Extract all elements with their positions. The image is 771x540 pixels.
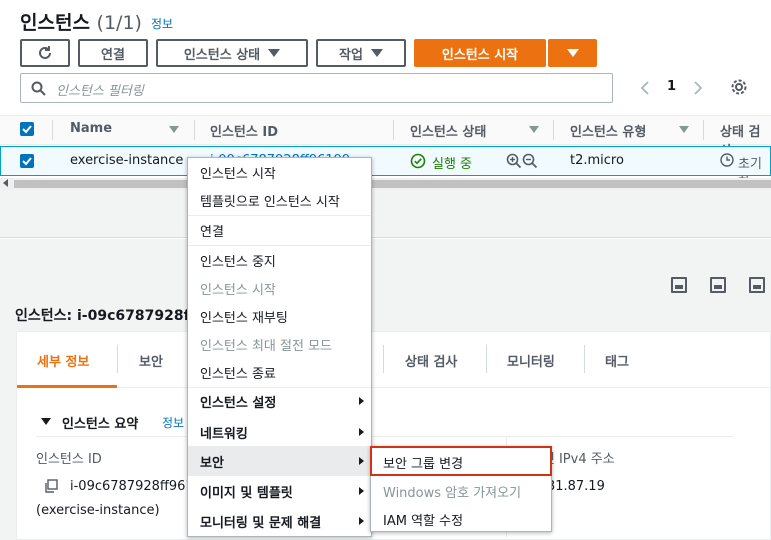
section-divider — [36, 436, 734, 437]
tab-monitoring[interactable]: 모니터링 — [507, 351, 555, 370]
caret-down-icon — [566, 49, 579, 57]
split-side-icon[interactable] — [710, 277, 726, 293]
caret-down-icon — [268, 49, 281, 57]
instance-state-button[interactable]: 인스턴스 상태 — [156, 39, 308, 67]
connect-button[interactable]: 연결 — [78, 39, 148, 67]
sort-icon[interactable] — [529, 126, 539, 133]
menu-item-hibernate: 인스턴스 최대 절전 모드 — [200, 339, 332, 354]
page-title-text: 인스턴스 — [20, 12, 90, 34]
column-header-name[interactable]: Name — [70, 121, 112, 136]
row-checkbox[interactable] — [20, 154, 34, 168]
search-placeholder: 인스턴스 필터링 — [56, 84, 144, 99]
caret-down-icon[interactable] — [41, 418, 51, 425]
menu-divider — [188, 387, 371, 388]
menu-item-stop-instance[interactable]: 인스턴스 중지 — [200, 251, 276, 270]
check-circle-icon — [410, 153, 426, 169]
chevron-right-icon[interactable] — [693, 80, 703, 96]
column-divider — [553, 120, 554, 140]
chevron-left-icon[interactable] — [640, 80, 650, 96]
tab-divider — [584, 345, 585, 373]
instance-count: (1/1) — [96, 12, 142, 34]
menu-item-networking[interactable]: 네트워킹 — [200, 423, 248, 442]
column-divider — [194, 120, 195, 140]
table-header — [0, 115, 771, 145]
zoom-out-icon[interactable] — [522, 153, 538, 169]
menu-item-monitoring-troubleshooting[interactable]: 모니터링 및 문제 해결 — [200, 512, 321, 531]
submenu-item-modify-iam-role[interactable]: IAM 역할 수정 — [383, 510, 463, 529]
copy-icon[interactable] — [44, 479, 58, 493]
menu-item-terminate[interactable]: 인스턴스 종료 — [200, 363, 276, 382]
instance-state-label: 인스턴스 상태 — [183, 47, 261, 63]
column-header-instance-state[interactable]: 인스턴스 상태 — [410, 121, 486, 140]
menu-item-security[interactable]: 보안 — [200, 452, 224, 471]
sort-icon[interactable] — [169, 126, 179, 133]
submenu-item-change-security-groups[interactable]: 보안 그룹 변경 — [383, 453, 463, 472]
tab-status-check[interactable]: 상태 검사 — [405, 351, 457, 370]
tab-tags[interactable]: 태그 — [605, 351, 629, 370]
scroll-left-icon[interactable] — [3, 179, 8, 187]
menu-item-connect[interactable]: 연결 — [200, 221, 224, 240]
submenu-item-get-windows-password: Windows 암호 가져오기 — [383, 486, 522, 501]
submenu-arrow-icon — [359, 517, 364, 525]
launch-instance-button[interactable]: 인스턴스 시작 — [414, 39, 546, 67]
menu-item-instance-settings[interactable]: 인스턴스 설정 — [200, 392, 276, 411]
menu-item-start-disabled: 인스턴스 시작 — [200, 283, 276, 298]
tab-details[interactable]: 세부 정보 — [37, 351, 89, 370]
check-icon — [22, 157, 32, 166]
actions-label: 작업 — [339, 47, 363, 63]
tabs-divider — [16, 387, 771, 388]
submenu-arrow-icon — [359, 397, 364, 405]
tab-divider — [383, 345, 384, 373]
tab-divider — [486, 345, 487, 373]
info-link[interactable]: 정보 — [151, 15, 173, 32]
tab-divider — [117, 345, 118, 373]
instance-id-label: 인스턴스 ID — [36, 452, 102, 467]
search-icon — [31, 81, 46, 96]
check-icon — [22, 125, 32, 134]
clock-icon — [720, 153, 734, 167]
column-divider — [393, 120, 394, 140]
tab-security[interactable]: 보안 — [139, 351, 163, 370]
instance-id-name: (exercise-instance) — [36, 503, 160, 518]
submenu-arrow-icon — [359, 487, 364, 495]
launch-dropdown-button[interactable] — [548, 39, 597, 67]
active-tab-indicator — [17, 385, 117, 388]
refresh-button[interactable] — [20, 39, 70, 67]
page-title: 인스턴스 (1/1) — [20, 8, 142, 35]
refresh-icon — [39, 46, 51, 59]
split-full-icon[interactable] — [749, 277, 765, 293]
caret-down-icon — [370, 49, 383, 57]
menu-divider — [188, 215, 371, 216]
menu-divider — [188, 245, 371, 246]
zoom-in-icon[interactable] — [506, 153, 522, 169]
section-title[interactable]: 인스턴스 요약 — [62, 413, 138, 432]
column-divider — [52, 120, 53, 140]
submenu-arrow-icon — [359, 457, 364, 465]
gear-icon[interactable] — [730, 78, 748, 96]
cell-state: 실행 중 — [432, 157, 473, 172]
column-header-instance-id[interactable]: 인스턴스 ID — [210, 121, 278, 140]
menu-item-launch-from-template[interactable]: 템플릿으로 인스턴스 시작 — [200, 191, 340, 210]
menu-item-reboot[interactable]: 인스턴스 재부팅 — [200, 307, 288, 326]
cell-name: exercise-instance — [70, 153, 184, 168]
section-info-link[interactable]: 정보 — [162, 414, 184, 431]
scrollbar-thumb[interactable] — [14, 180, 771, 188]
menu-item-start-instance[interactable]: 인스턴스 시작 — [200, 163, 276, 182]
table-empty-area — [0, 190, 771, 238]
column-divider — [703, 120, 704, 140]
column-header-instance-type[interactable]: 인스턴스 유형 — [570, 121, 646, 140]
cell-instance-type: t2.micro — [570, 153, 624, 168]
sort-icon[interactable] — [679, 126, 689, 133]
page-number[interactable]: 1 — [667, 79, 676, 94]
actions-button[interactable]: 작업 — [316, 39, 406, 67]
select-all-checkbox[interactable] — [20, 122, 34, 136]
menu-item-images-templates[interactable]: 이미지 및 템플릿 — [200, 482, 293, 501]
split-bottom-icon[interactable] — [671, 277, 687, 293]
submenu-arrow-icon — [359, 428, 364, 436]
